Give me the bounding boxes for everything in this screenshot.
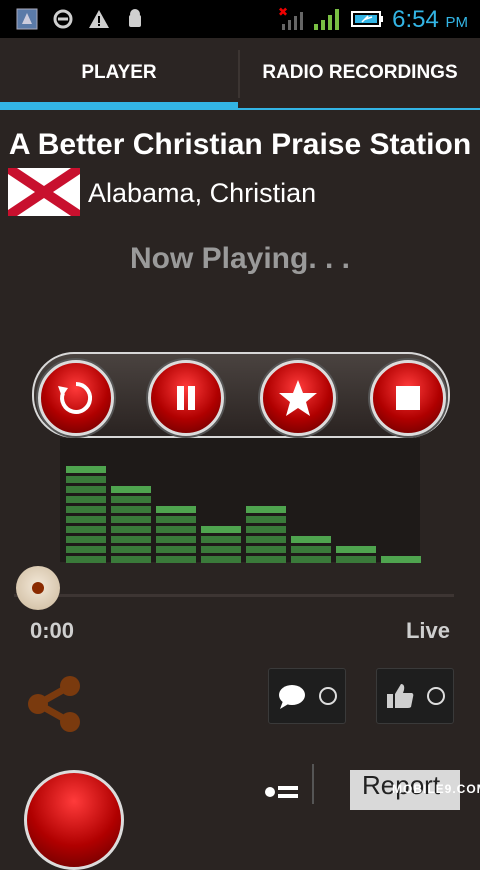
refresh-icon: [58, 381, 93, 414]
sync-icon: [52, 8, 74, 30]
record-button[interactable]: [24, 770, 124, 870]
signal-bars-icon: [312, 8, 342, 30]
eq-segment: [246, 546, 286, 553]
app-thumbnail-icon: [16, 8, 38, 30]
eq-segment: [111, 556, 151, 563]
eq-segment: [246, 506, 286, 513]
bottom-divider: [312, 764, 314, 804]
player-controls: [32, 352, 450, 438]
watermark: MOBILE9.COM: [392, 782, 480, 796]
eq-segment: [66, 556, 106, 563]
clock: 6:54 PM: [392, 6, 468, 33]
like-button[interactable]: [376, 668, 454, 724]
eq-segment: [66, 466, 106, 473]
stop-button[interactable]: [370, 360, 446, 436]
tab-radio-recordings[interactable]: RADIO RECORDINGS: [240, 38, 480, 108]
star-icon: [279, 380, 317, 416]
warning-icon: [88, 8, 110, 30]
stop-icon: [396, 386, 420, 410]
replay-button[interactable]: [38, 360, 114, 436]
station-title: A Better Christian Praise Station: [8, 128, 472, 161]
tab-player[interactable]: PLAYER: [0, 38, 238, 108]
eq-segment: [66, 536, 106, 543]
eq-segment: [291, 536, 331, 543]
eq-segment: [111, 486, 151, 493]
eq-segment: [201, 556, 241, 563]
eq-segment: [156, 516, 196, 523]
eq-segment: [156, 536, 196, 543]
eq-segment: [336, 556, 376, 563]
eq-segment: [336, 546, 376, 553]
thumbs-up-icon: [387, 684, 414, 708]
eq-segment: [156, 506, 196, 513]
eq-segment: [111, 496, 151, 503]
tab-radio-recordings-label: RADIO RECORDINGS: [262, 62, 458, 83]
eq-segment: [381, 556, 421, 563]
status-bar: ✖ 6:54 PM: [0, 0, 480, 38]
comment-count: [319, 687, 337, 705]
eq-segment: [201, 546, 241, 553]
share-icon: [28, 676, 80, 732]
eq-segment: [111, 546, 151, 553]
eq-segment: [66, 506, 106, 513]
comment-button[interactable]: [268, 668, 346, 724]
signal-no-data-icon: ✖: [278, 6, 308, 30]
tab-player-label: PLAYER: [81, 62, 157, 83]
seek-track[interactable]: [14, 594, 454, 597]
eq-segment: [246, 526, 286, 533]
eq-segment: [66, 546, 106, 553]
eq-segment: [156, 526, 196, 533]
seek-thumb[interactable]: [16, 566, 60, 610]
eq-segment: [111, 526, 151, 533]
eq-segment: [66, 516, 106, 523]
eq-segment: [111, 516, 151, 523]
playlist-button[interactable]: [262, 782, 302, 802]
alabama-flag-icon: [8, 168, 80, 216]
eq-segment: [66, 476, 106, 483]
eq-segment: [291, 546, 331, 553]
eq-segment: [111, 506, 151, 513]
eq-segment: [66, 496, 106, 503]
playlist-icon: [265, 786, 298, 798]
current-time: 0:00: [30, 618, 75, 643]
android-debug-icon: [124, 8, 146, 30]
pause-button[interactable]: [148, 360, 224, 436]
share-button[interactable]: [22, 672, 86, 736]
audio-equalizer: [60, 438, 421, 563]
eq-segment: [156, 546, 196, 553]
eq-segment: [201, 536, 241, 543]
eq-segment: [201, 526, 241, 533]
station-location-genre: Alabama, Christian: [88, 178, 317, 208]
eq-segment: [156, 556, 196, 563]
like-count: [427, 687, 445, 705]
pause-icon: [177, 386, 195, 410]
eq-segment: [246, 536, 286, 543]
eq-segment: [246, 516, 286, 523]
now-playing-text: Now Playing. . .: [129, 242, 351, 275]
favorite-button[interactable]: [260, 360, 336, 436]
eq-segment: [66, 526, 106, 533]
live-label: Live: [405, 618, 450, 643]
eq-segment: [66, 486, 106, 493]
battery-charging-icon: [350, 8, 384, 30]
eq-segment: [111, 536, 151, 543]
comment-icon: [279, 685, 305, 709]
tab-bar: PLAYER RADIO RECORDINGS: [0, 38, 480, 110]
tab-indicator: [0, 102, 238, 110]
eq-segment: [291, 556, 331, 563]
svg-text:✖: ✖: [278, 6, 288, 19]
eq-segment: [246, 556, 286, 563]
